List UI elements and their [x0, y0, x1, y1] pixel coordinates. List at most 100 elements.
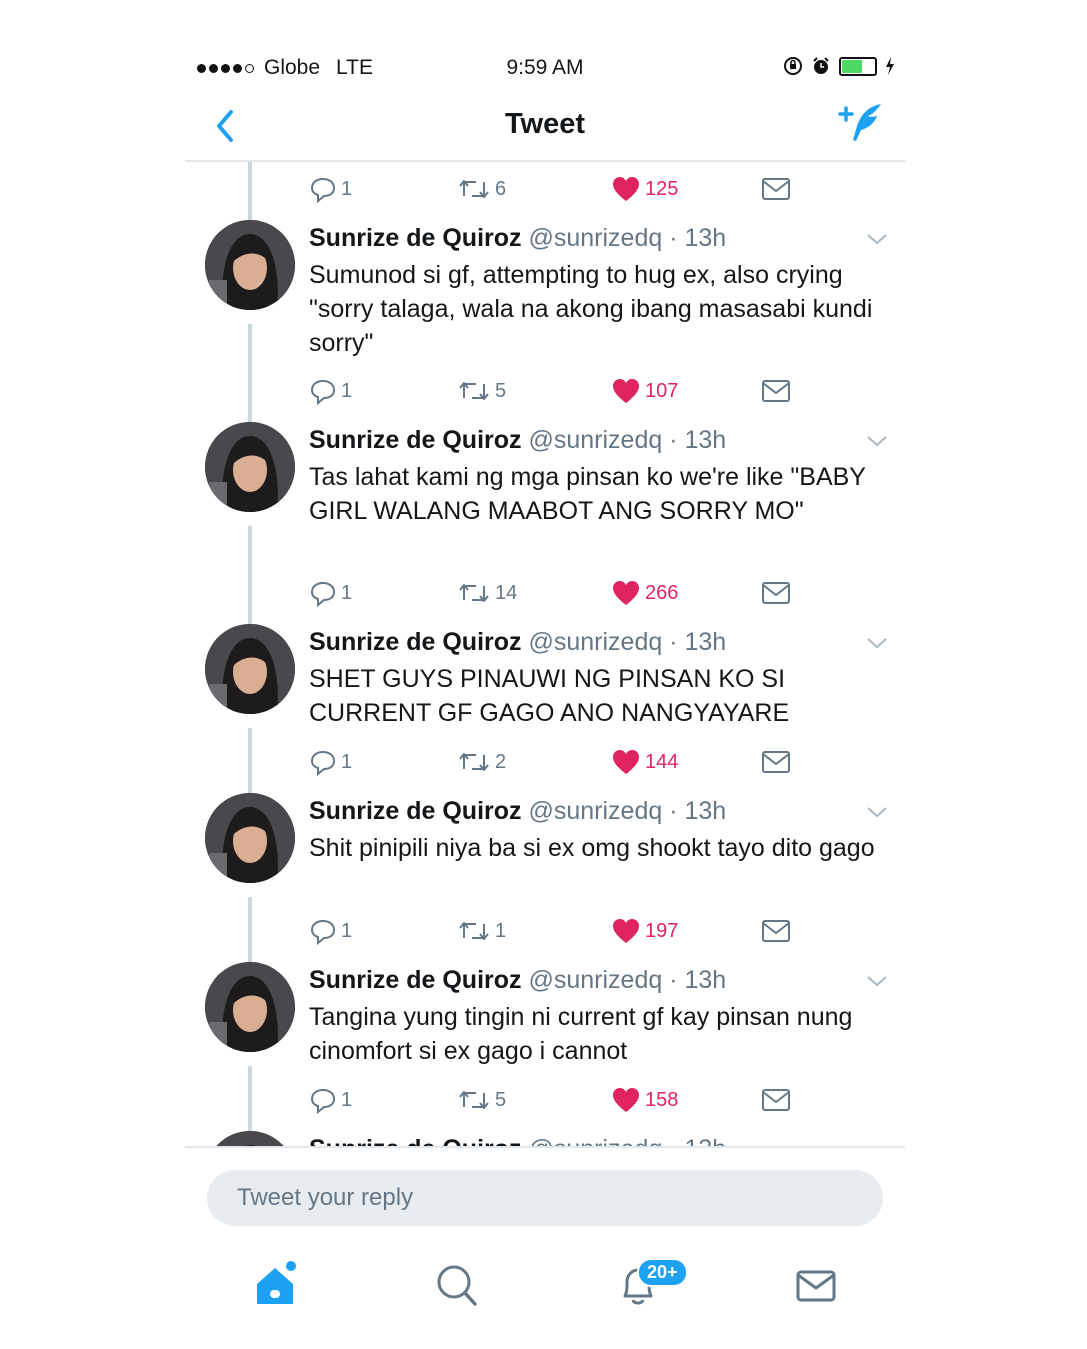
chevron-down-icon[interactable] — [865, 636, 889, 650]
retweet-action[interactable]: 5 — [457, 1083, 506, 1117]
reply-icon — [310, 379, 336, 405]
thread-line — [248, 897, 252, 965]
home-icon[interactable] — [251, 1260, 301, 1310]
retweet-icon — [459, 753, 489, 771]
tweet-actions: 1 5 107 — [309, 374, 791, 408]
reply-count: 1 — [341, 1088, 353, 1111]
reply-action[interactable]: 1 — [309, 576, 352, 610]
heart-icon — [613, 581, 639, 605]
author-name[interactable]: Sunrize de Quiroz — [309, 224, 522, 252]
tweet-actions: 1 14 266 — [309, 576, 791, 610]
retweet-icon — [459, 382, 489, 400]
retweet-action[interactable]: 14 — [457, 576, 517, 610]
reply-action[interactable]: 1 — [309, 1083, 352, 1117]
tweet-time: 13h — [684, 966, 727, 994]
alarm-icon — [813, 57, 829, 74]
envelope-icon — [762, 751, 790, 773]
like-count: 125 — [645, 177, 679, 200]
like-action[interactable]: 158 — [611, 1083, 678, 1117]
dm-action[interactable] — [761, 745, 791, 779]
retweet-icon — [459, 584, 489, 602]
chevron-down-icon[interactable] — [865, 434, 889, 448]
heart-icon — [613, 1088, 639, 1112]
tweet-text: Tas lahat kami ng mga pinsan ko we're li… — [309, 463, 866, 525]
tweet-thread: 1 6 125 Sunrize de Quiroz @sunrizedq · 1… — [185, 162, 905, 1146]
reply-input[interactable]: Tweet your reply — [207, 1170, 883, 1226]
retweet-action[interactable]: 5 — [457, 374, 506, 408]
tweet-header: Sunrize de Quiroz @sunrizedq · 13h — [309, 628, 727, 656]
reply-action[interactable]: 1 — [309, 914, 352, 948]
reply-icon — [310, 750, 336, 776]
dm-action[interactable] — [761, 1083, 791, 1117]
tweet-header: Sunrize de Quiroz @sunrizedq · 13h — [309, 797, 727, 825]
chevron-down-icon[interactable] — [865, 232, 889, 246]
envelope-icon — [762, 178, 790, 200]
avatar[interactable] — [205, 1131, 295, 1146]
dm-action[interactable] — [761, 914, 791, 948]
tweet-time: 13h — [684, 1135, 726, 1146]
thread-line — [248, 728, 252, 796]
author-name[interactable]: Sunrize de Quiroz — [309, 1135, 522, 1146]
author-handle: @sunrizedq — [528, 1135, 662, 1146]
like-action[interactable]: 125 — [611, 172, 678, 206]
tweet-text: Shit pinipili niya ba si ex omg shookt t… — [309, 834, 875, 862]
dm-action[interactable] — [761, 374, 791, 408]
retweet-count: 6 — [495, 177, 507, 200]
author-name[interactable]: Sunrize de Quiroz — [309, 426, 522, 454]
like-count: 107 — [645, 379, 679, 402]
rotation-lock-icon — [784, 57, 802, 75]
reply-count: 1 — [341, 379, 353, 402]
avatar[interactable] — [205, 793, 295, 883]
tweet-actions: 1 5 158 — [309, 1083, 791, 1117]
envelope-icon — [762, 582, 790, 604]
reply-action[interactable]: 1 — [309, 745, 352, 779]
compose-tweet-icon[interactable] — [837, 100, 885, 146]
chevron-down-icon[interactable] — [865, 974, 889, 988]
retweet-action[interactable]: 2 — [457, 745, 506, 779]
avatar[interactable] — [205, 220, 295, 310]
retweet-action[interactable]: 6 — [457, 172, 506, 206]
retweet-count: 1 — [495, 919, 507, 942]
page-title: Tweet — [504, 108, 586, 140]
reply-icon — [310, 919, 336, 945]
battery-icon — [839, 56, 877, 76]
reply-action[interactable]: 1 — [309, 374, 352, 408]
retweet-count: 14 — [495, 581, 518, 604]
like-action[interactable]: 266 — [611, 576, 678, 610]
dm-action[interactable] — [761, 576, 791, 610]
tweet-actions: 1 1 197 — [309, 914, 791, 948]
reply-icon — [310, 1088, 336, 1114]
reply-count: 1 — [341, 581, 353, 604]
search-icon[interactable] — [433, 1260, 483, 1310]
like-action[interactable]: 197 — [611, 914, 678, 948]
reply-count: 1 — [341, 919, 353, 942]
author-name[interactable]: Sunrize de Quiroz — [309, 628, 522, 656]
dm-action[interactable] — [761, 172, 791, 206]
author-handle: @sunrizedq — [528, 797, 663, 825]
avatar[interactable] — [205, 422, 295, 512]
messages-icon[interactable] — [791, 1260, 841, 1310]
avatar[interactable] — [205, 624, 295, 714]
avatar[interactable] — [205, 962, 295, 1052]
author-name[interactable]: Sunrize de Quiroz — [309, 797, 522, 825]
author-name[interactable]: Sunrize de Quiroz — [309, 966, 522, 994]
chevron-down-icon[interactable] — [865, 805, 889, 819]
thread-line — [248, 526, 252, 626]
tweet-text: SHET GUYS PINAUWI NG PINSAN KO SI CURREN… — [309, 665, 790, 727]
retweet-action[interactable]: 1 — [457, 914, 506, 948]
heart-icon — [613, 177, 639, 201]
like-count: 266 — [645, 581, 679, 604]
author-handle: @sunrizedq — [528, 628, 663, 656]
heart-icon — [613, 379, 639, 403]
reply-count: 1 — [341, 750, 353, 773]
retweet-count: 5 — [495, 379, 507, 402]
like-action[interactable]: 144 — [611, 745, 678, 779]
thread-line — [248, 324, 252, 424]
like-action[interactable]: 107 — [611, 374, 678, 408]
reply-action[interactable]: 1 — [309, 172, 352, 206]
thread-line — [248, 162, 252, 220]
tweet-time: 13h — [684, 797, 727, 825]
tweet-text: Tangina yung tingin ni current gf kay pi… — [309, 1003, 853, 1065]
tweet-time: 13h — [684, 628, 727, 656]
author-handle: @sunrizedq — [528, 966, 663, 994]
